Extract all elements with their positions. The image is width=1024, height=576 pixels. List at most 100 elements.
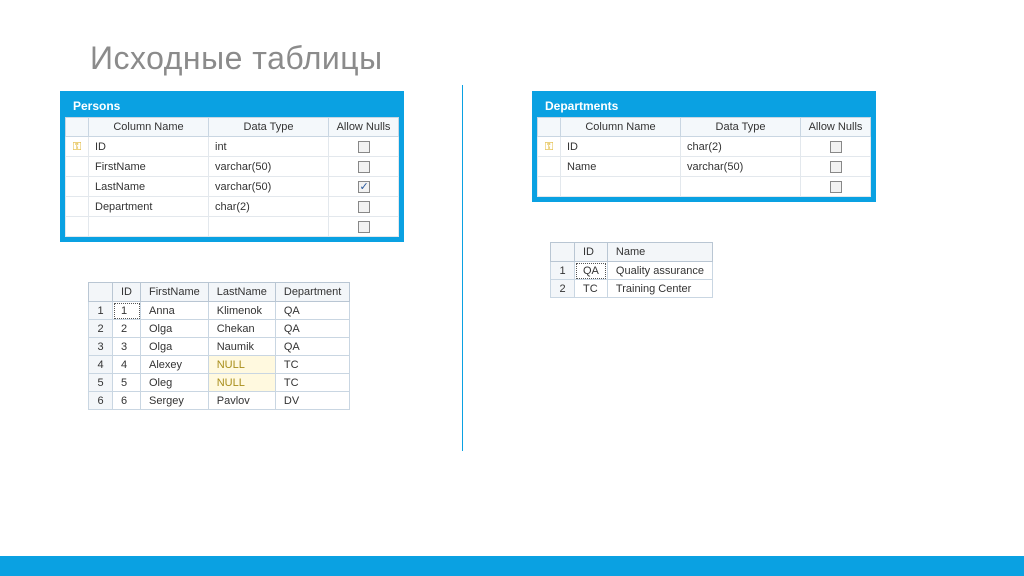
table-row[interactable]: 33OlgaNaumikQA xyxy=(89,338,350,356)
id-cell[interactable]: 6 xyxy=(113,392,141,410)
allow-nulls-cell[interactable] xyxy=(801,177,871,197)
department-cell[interactable]: QA xyxy=(275,338,349,356)
data-type-cell[interactable]: char(2) xyxy=(681,137,801,157)
column-name-cell[interactable]: Department xyxy=(89,197,209,217)
department-cell[interactable]: QA xyxy=(275,320,349,338)
lastname-cell[interactable]: Klimenok xyxy=(208,302,275,320)
table-row[interactable]: 44AlexeyNULLTC xyxy=(89,356,350,374)
allow-nulls-cell[interactable] xyxy=(329,157,399,177)
schema-row[interactable]: FirstNamevarchar(50) xyxy=(66,157,399,177)
firstname-cell[interactable]: Sergey xyxy=(141,392,209,410)
allow-nulls-cell[interactable] xyxy=(801,137,871,157)
lastname-cell[interactable]: Chekan xyxy=(208,320,275,338)
firstname-cell[interactable]: Olga xyxy=(141,320,209,338)
row-number-cell[interactable]: 1 xyxy=(551,262,575,280)
table-row[interactable]: 11AnnaKlimenokQA xyxy=(89,302,350,320)
firstname-cell[interactable]: Oleg xyxy=(141,374,209,392)
data-type-cell[interactable]: varchar(50) xyxy=(681,157,801,177)
allow-nulls-cell[interactable] xyxy=(329,197,399,217)
allow-nulls-cell[interactable] xyxy=(329,217,399,237)
data-type-cell[interactable] xyxy=(209,217,329,237)
allow-nulls-checkbox[interactable] xyxy=(358,201,370,213)
row-number-cell[interactable]: 5 xyxy=(89,374,113,392)
lastname-cell[interactable]: Naumik xyxy=(208,338,275,356)
id-cell[interactable]: 4 xyxy=(113,356,141,374)
column-name-cell[interactable]: ID xyxy=(561,137,681,157)
data-type-cell[interactable]: char(2) xyxy=(209,197,329,217)
id-header[interactable]: ID xyxy=(113,283,141,302)
allow-nulls-checkbox[interactable] xyxy=(358,161,370,173)
department-cell[interactable]: TC xyxy=(275,374,349,392)
firstname-cell[interactable]: Olga xyxy=(141,338,209,356)
allow-nulls-checkbox[interactable] xyxy=(358,181,370,193)
persons-data-grid[interactable]: ID FirstName LastName Department 11AnnaK… xyxy=(88,282,350,410)
column-name-cell[interactable] xyxy=(89,217,209,237)
allow-nulls-checkbox[interactable] xyxy=(830,141,842,153)
id-cell[interactable]: 1 xyxy=(113,302,141,320)
allow-nulls-checkbox[interactable] xyxy=(358,141,370,153)
firstname-cell[interactable]: Anna xyxy=(141,302,209,320)
table-row[interactable]: 55OlegNULLTC xyxy=(89,374,350,392)
id-cell[interactable]: TC xyxy=(575,280,608,298)
row-number-cell[interactable]: 2 xyxy=(89,320,113,338)
firstname-header[interactable]: FirstName xyxy=(141,283,209,302)
column-name-cell[interactable]: FirstName xyxy=(89,157,209,177)
row-number-cell[interactable]: 2 xyxy=(551,280,575,298)
column-name-cell[interactable]: LastName xyxy=(89,177,209,197)
lastname-cell[interactable]: Pavlov xyxy=(208,392,275,410)
name-header[interactable]: Name xyxy=(607,243,712,262)
schema-row[interactable]: LastNamevarchar(50) xyxy=(66,177,399,197)
data-type-cell[interactable]: int xyxy=(209,137,329,157)
department-cell[interactable]: QA xyxy=(275,302,349,320)
rownum-header xyxy=(551,243,575,262)
allow-nulls-cell[interactable] xyxy=(329,137,399,157)
column-name-cell[interactable]: ID xyxy=(89,137,209,157)
id-cell[interactable]: QA xyxy=(575,262,608,280)
key-cell xyxy=(66,177,89,197)
column-name-cell[interactable]: Name xyxy=(561,157,681,177)
schema-row[interactable] xyxy=(66,217,399,237)
department-cell[interactable]: DV xyxy=(275,392,349,410)
schema-row[interactable]: Departmentchar(2) xyxy=(66,197,399,217)
name-cell[interactable]: Quality assurance xyxy=(607,262,712,280)
colname-header: Column Name xyxy=(89,118,209,137)
row-number-cell[interactable]: 6 xyxy=(89,392,113,410)
schema-row[interactable]: Namevarchar(50) xyxy=(538,157,871,177)
table-row[interactable]: 1QAQuality assurance xyxy=(551,262,713,280)
table-row[interactable]: 2TCTraining Center xyxy=(551,280,713,298)
lastname-header[interactable]: LastName xyxy=(208,283,275,302)
table-row[interactable]: 22OlgaChekanQA xyxy=(89,320,350,338)
allow-nulls-cell[interactable] xyxy=(329,177,399,197)
allow-nulls-cell[interactable] xyxy=(801,157,871,177)
department-header[interactable]: Department xyxy=(275,283,349,302)
allow-nulls-checkbox[interactable] xyxy=(358,221,370,233)
departments-data-grid[interactable]: ID Name 1QAQuality assurance2TCTraining … xyxy=(550,242,713,298)
schema-row[interactable] xyxy=(538,177,871,197)
primary-key-icon: ⚿ xyxy=(72,142,82,152)
row-number-cell[interactable]: 3 xyxy=(89,338,113,356)
firstname-cell[interactable]: Alexey xyxy=(141,356,209,374)
id-cell[interactable]: 3 xyxy=(113,338,141,356)
allow-nulls-checkbox[interactable] xyxy=(830,161,842,173)
persons-schema-table[interactable]: Column Name Data Type Allow Nulls ⚿IDint… xyxy=(65,117,399,237)
row-number-cell[interactable]: 1 xyxy=(89,302,113,320)
department-cell[interactable]: TC xyxy=(275,356,349,374)
id-cell[interactable]: 2 xyxy=(113,320,141,338)
name-cell[interactable]: Training Center xyxy=(607,280,712,298)
data-type-cell[interactable]: varchar(50) xyxy=(209,177,329,197)
id-cell[interactable]: 5 xyxy=(113,374,141,392)
table-row[interactable]: 66SergeyPavlovDV xyxy=(89,392,350,410)
data-type-cell[interactable] xyxy=(681,177,801,197)
column-name-cell[interactable] xyxy=(561,177,681,197)
schema-row[interactable]: ⚿ IDint xyxy=(66,137,399,157)
id-header[interactable]: ID xyxy=(575,243,608,262)
row-number-cell[interactable]: 4 xyxy=(89,356,113,374)
lastname-cell[interactable]: NULL xyxy=(208,374,275,392)
allow-nulls-checkbox[interactable] xyxy=(830,181,842,193)
key-cell xyxy=(66,157,89,177)
lastname-cell[interactable]: NULL xyxy=(208,356,275,374)
schema-row[interactable]: ⚿IDchar(2) xyxy=(538,137,871,157)
departments-schema-table[interactable]: Column Name Data Type Allow Nulls ⚿IDcha… xyxy=(537,117,871,197)
key-cell: ⚿ xyxy=(538,137,561,157)
data-type-cell[interactable]: varchar(50) xyxy=(209,157,329,177)
